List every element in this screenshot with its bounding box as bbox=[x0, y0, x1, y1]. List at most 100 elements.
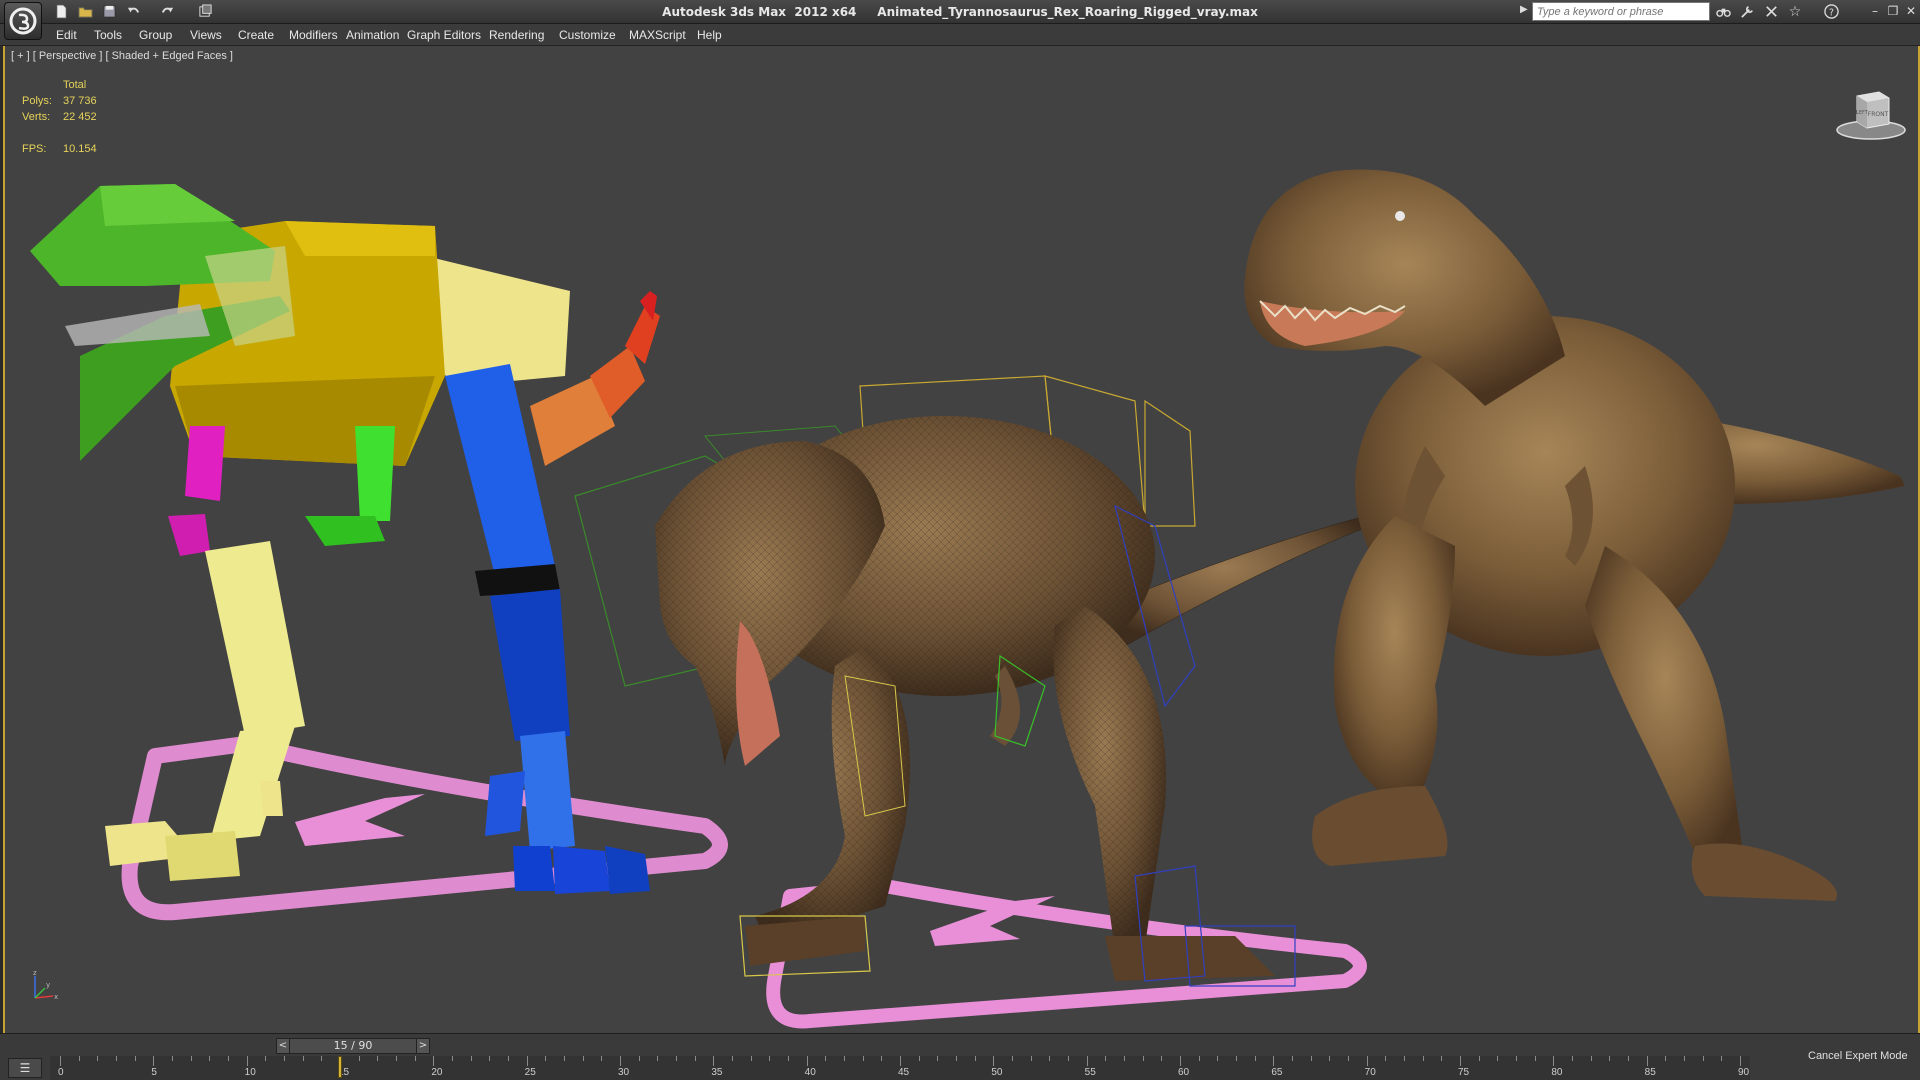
track-tick bbox=[97, 1056, 99, 1061]
track-bar[interactable]: 0 5 10 15 20 25 30 35 40 45 50 55 60 65 70 75 80 85 90 bbox=[50, 1056, 1750, 1080]
time-slider-label: 15 / 90 bbox=[333, 1039, 373, 1052]
track-tick bbox=[956, 1056, 957, 1061]
stats-verts-label: Verts: bbox=[22, 111, 51, 123]
file-name: Animated_Tyrannosaurus_Rex_Roaring_Rigge… bbox=[877, 5, 1258, 19]
track-tick-label: 10 bbox=[244, 1067, 256, 1078]
menu-views[interactable]: Views bbox=[190, 24, 222, 46]
track-tick bbox=[1292, 1056, 1293, 1061]
viewcube-front-label: FRONT bbox=[1868, 111, 1889, 118]
track-tick bbox=[1721, 1056, 1723, 1061]
track-tick bbox=[190, 1056, 192, 1061]
track-tick-label: 5 bbox=[151, 1067, 157, 1078]
menu-help[interactable]: Help bbox=[697, 24, 722, 46]
track-bar-config-icon[interactable]: ☰ bbox=[8, 1058, 42, 1078]
track-tick bbox=[601, 1056, 603, 1061]
track-tick bbox=[1497, 1056, 1499, 1061]
svg-text:?: ? bbox=[1829, 7, 1834, 18]
track-tick bbox=[881, 1056, 883, 1061]
track-tick bbox=[657, 1056, 659, 1061]
time-slider-prev-button[interactable]: < bbox=[276, 1038, 290, 1054]
track-tick bbox=[1105, 1056, 1107, 1061]
track-tick bbox=[116, 1056, 117, 1061]
new-icon[interactable] bbox=[52, 3, 70, 20]
track-tick bbox=[844, 1056, 845, 1061]
track-tick bbox=[1086, 1056, 1088, 1066]
track-tick bbox=[1254, 1056, 1256, 1061]
track-tick bbox=[302, 1056, 304, 1061]
minimize-button[interactable]: – bbox=[1868, 2, 1882, 20]
track-tick bbox=[1030, 1056, 1032, 1061]
track-tick bbox=[1161, 1056, 1163, 1061]
track-tick bbox=[1665, 1056, 1667, 1061]
track-tick bbox=[1385, 1056, 1387, 1061]
track-tick bbox=[1516, 1056, 1517, 1061]
track-tick bbox=[172, 1056, 173, 1061]
binoculars-icon[interactable] bbox=[1714, 3, 1732, 20]
undo-icon[interactable] bbox=[124, 3, 142, 20]
menu-tools[interactable]: Tools bbox=[94, 24, 122, 46]
axis-y-label: y bbox=[46, 981, 50, 989]
time-bar: < 15 / 90 > ☰ 0 5 10 15 20 25 30 35 40 45 50 55 60 65… bbox=[0, 1033, 1920, 1080]
track-tick bbox=[900, 1056, 901, 1066]
track-tick bbox=[1142, 1056, 1144, 1061]
track-tick bbox=[713, 1056, 715, 1066]
scene-render bbox=[30, 169, 1905, 1029]
search-input[interactable] bbox=[1532, 2, 1710, 21]
menu-modifiers[interactable]: Modifiers bbox=[289, 24, 338, 46]
track-tick bbox=[1124, 1056, 1125, 1061]
cat-rig-boxes[interactable] bbox=[30, 184, 728, 921]
menu-edit[interactable]: Edit bbox=[56, 24, 77, 46]
track-tick-label: 30 bbox=[618, 1067, 630, 1078]
viewcube-icon[interactable]: FRONT LEFT bbox=[1833, 86, 1909, 142]
track-tick-label: 85 bbox=[1644, 1067, 1656, 1078]
track-tick bbox=[284, 1056, 285, 1061]
time-slider-next-button[interactable]: > bbox=[416, 1038, 430, 1054]
menu-bar: Edit Tools Group Views Create Modifiers … bbox=[0, 24, 1920, 46]
app-logo[interactable] bbox=[4, 2, 42, 40]
cancel-expert-mode-button[interactable]: Cancel Expert Mode bbox=[1808, 1050, 1908, 1062]
help-icon[interactable]: ? bbox=[1822, 3, 1840, 20]
save-icon[interactable] bbox=[100, 3, 118, 20]
viewport-label[interactable]: [ + ] [ Perspective ] [ Shaded + Edged F… bbox=[11, 50, 233, 62]
project-icon[interactable] bbox=[196, 3, 214, 20]
favorites-icon[interactable]: ☆ bbox=[1786, 3, 1804, 20]
track-tick bbox=[1534, 1056, 1536, 1061]
track-tick bbox=[1553, 1056, 1555, 1066]
search-expand-icon[interactable]: ▶ bbox=[1520, 4, 1528, 15]
close-button[interactable]: ✕ bbox=[1904, 2, 1918, 20]
menu-rendering[interactable]: Rendering bbox=[489, 24, 544, 46]
wireframe-rex[interactable] bbox=[574, 375, 1378, 1029]
track-tick bbox=[1366, 1056, 1368, 1066]
track-tick-label: 40 bbox=[804, 1067, 816, 1078]
communication-icon[interactable] bbox=[1762, 3, 1780, 20]
perspective-viewport[interactable]: [ + ] [ Perspective ] [ Shaded + Edged F… bbox=[3, 46, 1920, 1033]
axis-z-label: z bbox=[33, 969, 37, 977]
restore-button[interactable]: ❐ bbox=[1886, 2, 1900, 20]
redo-icon[interactable] bbox=[158, 3, 176, 20]
track-tick bbox=[78, 1056, 80, 1061]
track-tick bbox=[1422, 1056, 1424, 1061]
menu-create[interactable]: Create bbox=[238, 24, 274, 46]
track-tick bbox=[433, 1056, 435, 1066]
track-tick bbox=[694, 1056, 696, 1061]
menu-animation[interactable]: Animation bbox=[346, 24, 399, 46]
track-tick bbox=[60, 1056, 61, 1066]
track-tick bbox=[620, 1056, 621, 1066]
track-tick-label: 0 bbox=[58, 1067, 64, 1078]
track-tick bbox=[1590, 1056, 1592, 1061]
menu-maxscript[interactable]: MAXScript bbox=[629, 24, 686, 46]
track-tick bbox=[1404, 1056, 1405, 1061]
axis-tripod-icon: z x y bbox=[33, 969, 58, 1001]
open-icon[interactable] bbox=[76, 3, 94, 20]
subscription-icon[interactable] bbox=[1738, 3, 1756, 20]
track-tick bbox=[1646, 1056, 1648, 1066]
track-tick-label: 50 bbox=[991, 1067, 1003, 1078]
stats-fps-label: FPS: bbox=[22, 143, 47, 155]
menu-graph-editors[interactable]: Graph Editors bbox=[407, 24, 481, 46]
menu-group[interactable]: Group bbox=[139, 24, 172, 46]
track-tick bbox=[1012, 1056, 1013, 1061]
track-tick bbox=[1740, 1056, 1741, 1066]
track-tick-label: 80 bbox=[1551, 1067, 1563, 1078]
menu-customize[interactable]: Customize bbox=[559, 24, 616, 46]
time-cursor[interactable] bbox=[338, 1056, 342, 1078]
